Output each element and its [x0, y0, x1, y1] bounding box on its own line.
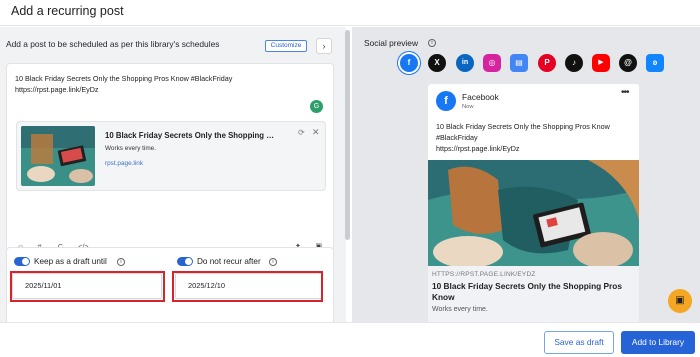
link-preview-description: Works every time.	[105, 145, 157, 152]
post-preview-line2: #BlackFriday	[436, 133, 478, 142]
recur-label: Do not recur after	[197, 257, 261, 266]
post-preview-link-title: 10 Black Friday Secrets Only the Shoppin…	[432, 281, 622, 302]
link-preview-url[interactable]: rpst.page.link	[105, 160, 143, 167]
highlight-box-draft	[10, 271, 165, 302]
post-text-line2: https://rpst.page.link/EyDz	[15, 85, 99, 94]
instagram-icon[interactable]: ◎	[483, 54, 501, 72]
tiktok-icon[interactable]: ♪	[565, 54, 583, 72]
close-icon[interactable]: ✕	[312, 127, 320, 138]
dialog-title: Add a recurring post	[11, 4, 124, 18]
post-preview-link-url: HTTPS://RPST.PAGE.LINK/EYDZ	[432, 271, 536, 278]
post-preview-line1: 10 Black Friday Secrets Only the Shoppin…	[436, 122, 610, 131]
social-preview-label: Social preview	[364, 38, 418, 48]
post-time: Now	[462, 104, 474, 110]
pinterest-icon[interactable]: P	[538, 54, 556, 72]
draft-info-icon[interactable]: i	[117, 258, 125, 266]
x-icon[interactable]: X	[428, 54, 446, 72]
post-editor-panel: Add a post to be scheduled as per this l…	[0, 27, 346, 322]
editor-scrollbar[interactable]	[345, 30, 350, 240]
chevron-right-icon[interactable]: ›	[316, 38, 332, 54]
editor-heading: Add a post to be scheduled as per this l…	[6, 39, 220, 49]
link-preview-card: 10 Black Friday Secrets Only the Shoppin…	[16, 121, 326, 191]
post-composer[interactable]: 10 Black Friday Secrets Only the Shoppin…	[6, 63, 334, 251]
highlight-box-recur	[172, 271, 323, 302]
add-to-library-button[interactable]: Add to Library	[621, 331, 695, 354]
link-preview-title: 10 Black Friday Secrets Only the Shoppin…	[105, 131, 277, 140]
grammar-check-icon[interactable]: G	[310, 100, 323, 113]
post-text[interactable]: 10 Black Friday Secrets Only the Shoppin…	[15, 73, 232, 95]
facebook-icon[interactable]: f	[400, 54, 418, 72]
schedule-options-card: Keep as a draft until i 2025/11/01 Do no…	[6, 247, 334, 322]
recur-toggle[interactable]	[177, 257, 193, 266]
youtube-icon[interactable]: ▶	[592, 54, 610, 72]
google-business-icon[interactable]: ▤	[510, 54, 528, 72]
bluesky-icon[interactable]: ʚ	[646, 54, 664, 72]
post-preview-link-desc: Works every time.	[432, 306, 488, 313]
draft-label: Keep as a draft until	[34, 257, 107, 266]
dialog-header: Add a recurring post	[0, 0, 700, 26]
post-preview-image	[428, 160, 639, 266]
facebook-post-preview: f Facebook Now ••• 10 Black Friday Secre…	[428, 84, 639, 322]
draft-toggle[interactable]	[14, 257, 30, 266]
more-options-icon[interactable]: •••	[621, 87, 629, 98]
post-preview-text: 10 Black Friday Secrets Only the Shoppin…	[436, 121, 636, 154]
post-author-name: Facebook	[462, 92, 499, 102]
preview-info-icon[interactable]: i	[428, 39, 436, 47]
social-preview-panel: Social preview i f X in ◎ ▤ P ♪ ▶ @ ʚ f …	[352, 27, 700, 322]
threads-icon[interactable]: @	[619, 54, 637, 72]
link-preview-thumbnail	[21, 126, 95, 186]
dialog-footer: Save as draft Add to Library	[0, 322, 700, 357]
post-text-line1: 10 Black Friday Secrets Only the Shoppin…	[15, 74, 233, 83]
customize-button[interactable]: Customize	[265, 40, 307, 52]
post-preview-line3: https://rpst.page.link/EyDz	[436, 144, 520, 153]
facebook-avatar-icon: f	[436, 91, 456, 111]
save-as-draft-button[interactable]: Save as draft	[544, 331, 614, 354]
recur-info-icon[interactable]: i	[269, 258, 277, 266]
post-preview-link-meta[interactable]: HTTPS://RPST.PAGE.LINK/EYDZ 10 Black Fri…	[428, 266, 639, 322]
chat-support-icon[interactable]: ▣	[668, 289, 692, 313]
refresh-icon[interactable]: ⟳	[298, 128, 305, 137]
linkedin-icon[interactable]: in	[456, 54, 474, 72]
